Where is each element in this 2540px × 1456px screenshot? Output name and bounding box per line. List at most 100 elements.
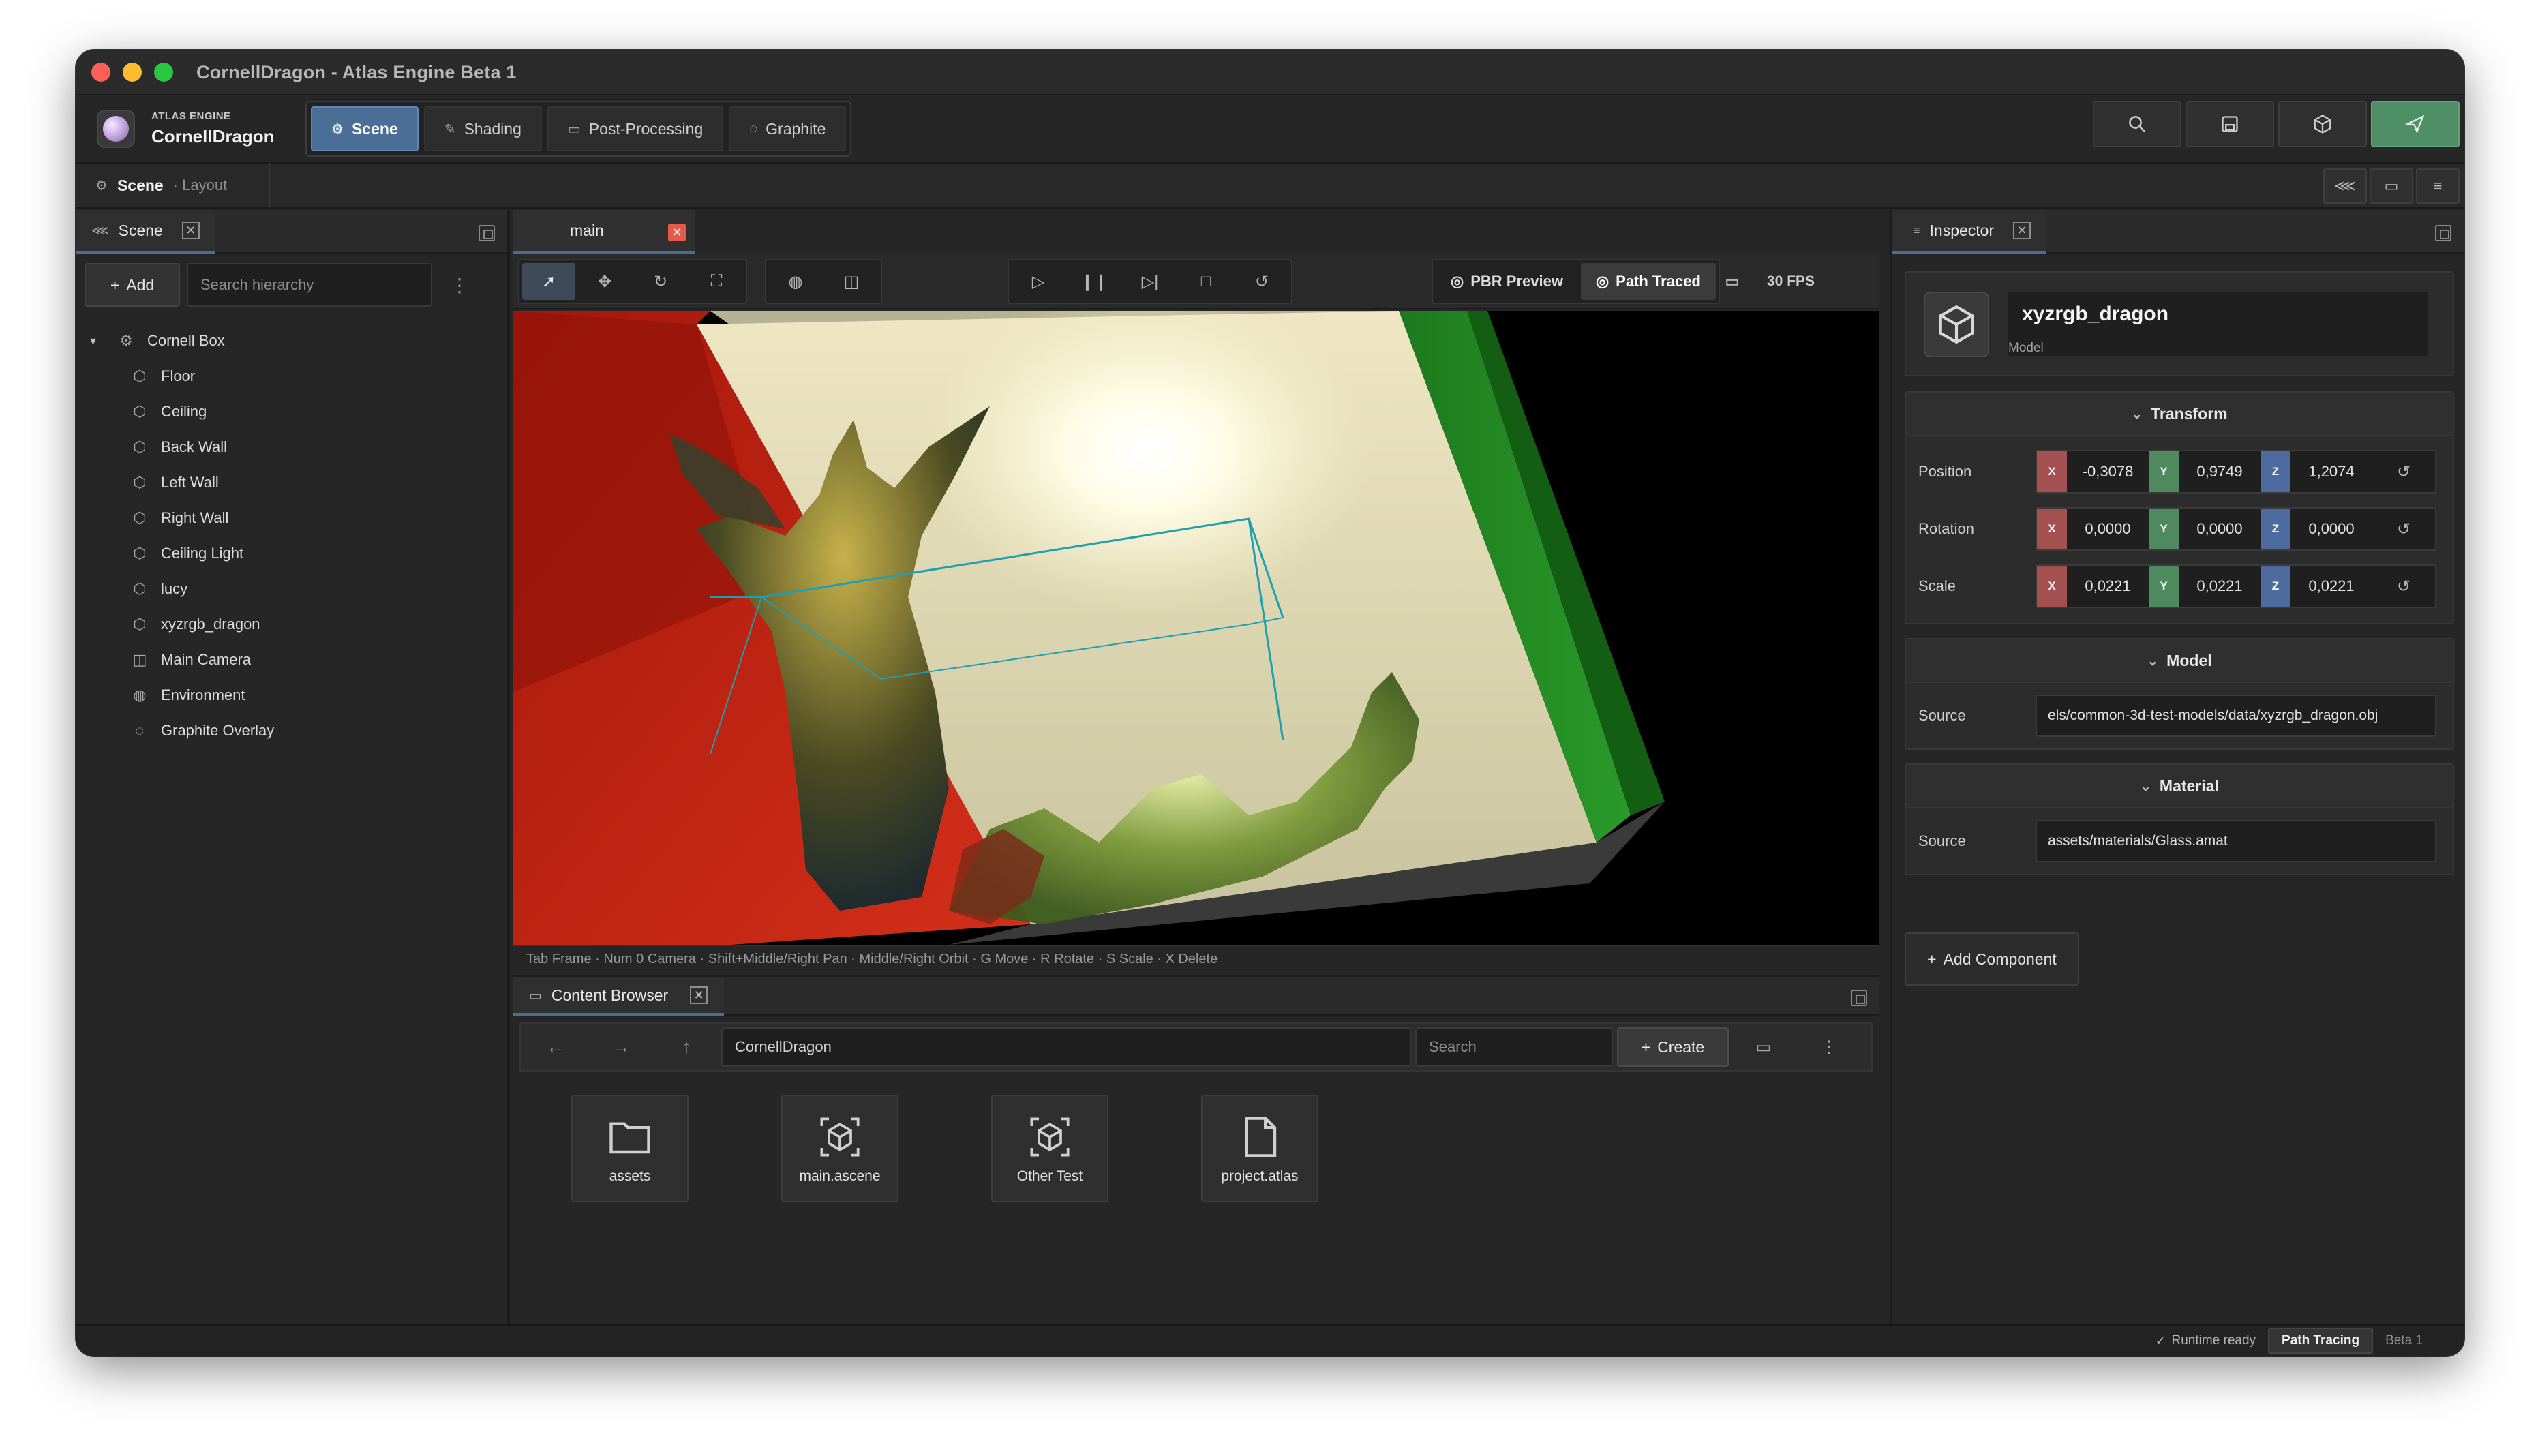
mode-tab-graphite[interactable]: ◌ Graphite xyxy=(729,106,847,151)
node-graph-button[interactable]: ⋘ xyxy=(2323,168,2367,204)
close-icon[interactable]: ✕ xyxy=(690,986,708,1004)
pbr-preview-button[interactable]: ◎ PBR Preview xyxy=(1436,263,1578,300)
axis-x-label: X xyxy=(2037,451,2067,492)
asset-tile[interactable]: assets xyxy=(571,1095,689,1202)
settings-button[interactable]: ≡ xyxy=(2416,168,2460,204)
back-button[interactable]: ← xyxy=(525,1027,586,1067)
content-search-input[interactable]: Search xyxy=(1415,1027,1613,1067)
model-header[interactable]: ⌄ Model xyxy=(1906,639,2453,683)
position-x-field[interactable]: -0,3078 xyxy=(2067,451,2149,492)
up-button[interactable]: ↑ xyxy=(656,1027,717,1067)
tab-content-browser[interactable]: ▭ Content Browser ✕ xyxy=(513,977,725,1016)
cursor-icon: ➚ xyxy=(541,272,556,291)
mode-tab-post-processing[interactable]: ▭ Post-Processing xyxy=(547,106,724,151)
content-tabbar: ▭ Content Browser ✕ xyxy=(513,977,1879,1016)
tree-item[interactable]: ⬡ Back Wall xyxy=(76,429,507,465)
asset-tile[interactable]: Other Test xyxy=(991,1095,1108,1202)
step-button[interactable]: ▷| xyxy=(1123,263,1177,300)
traffic-lights xyxy=(91,63,173,82)
scale-y-field[interactable]: 0,0221 xyxy=(2179,566,2261,607)
tree-item[interactable]: ◌ Graphite Overlay xyxy=(76,713,507,748)
tab-inspector[interactable]: ≡ Inspector ✕ xyxy=(1892,210,2046,254)
forward-button[interactable]: → xyxy=(590,1027,652,1067)
tree-item[interactable]: ⬡ Ceiling xyxy=(76,394,507,429)
pause-button[interactable]: ❙❙ xyxy=(1068,263,1121,300)
model-source-field[interactable]: els/common-3d-test-models/data/xyzrgb_dr… xyxy=(2036,695,2436,737)
play-button[interactable]: ▷ xyxy=(1012,263,1065,300)
stop-button[interactable]: □ xyxy=(1179,263,1233,300)
maximize-icon[interactable] xyxy=(1851,990,1867,1006)
open-folder-button[interactable]: ▭ xyxy=(2370,168,2413,204)
viewport-canvas[interactable] xyxy=(513,311,1879,945)
scale-x-field[interactable]: 0,0221 xyxy=(2067,566,2149,607)
chevron-down-icon[interactable]: ▾ xyxy=(90,334,106,348)
close-icon[interactable]: ✕ xyxy=(668,224,686,241)
select-tool-button[interactable]: ➚ xyxy=(522,263,575,300)
tab-main-viewport[interactable]: main ✕ xyxy=(513,210,695,254)
material-source-field[interactable]: assets/materials/Glass.amat xyxy=(2036,820,2436,862)
more-options-icon[interactable]: ⋮ xyxy=(439,263,480,307)
reset-button[interactable]: ↺ xyxy=(1235,263,1288,300)
path-traced-button[interactable]: ◎ Path Traced xyxy=(1580,263,1716,300)
scene-file-icon xyxy=(1030,1117,1070,1157)
minimize-window-button[interactable] xyxy=(123,63,142,82)
tree-item[interactable]: ⬡ Left Wall xyxy=(76,465,507,500)
maximize-icon[interactable] xyxy=(479,225,495,241)
material-header[interactable]: ⌄ Material xyxy=(1906,765,2453,808)
tree-item[interactable]: ◫ Main Camera xyxy=(76,642,507,678)
reset-icon[interactable]: ↺ xyxy=(2372,451,2435,492)
render-mode-badge[interactable]: Path Tracing xyxy=(2268,1328,2374,1354)
scale-tool-button[interactable]: ⛶ xyxy=(690,263,743,300)
add-object-button[interactable]: + Add xyxy=(85,263,180,307)
hierarchy-search-input[interactable]: Search hierarchy xyxy=(187,263,432,307)
tree-item[interactable]: ⬡ Floor xyxy=(76,359,507,394)
move-tool-button[interactable]: ✥ xyxy=(578,263,631,300)
camera-tool-button[interactable]: ◫ xyxy=(825,263,878,300)
mode-tab-scene[interactable]: ⚙ Scene xyxy=(311,106,419,151)
tree-root-item[interactable]: ▾ ⚙ Cornell Box xyxy=(76,323,507,359)
folder-open-icon: ▭ xyxy=(1755,1037,1772,1057)
add-component-button[interactable]: + Add Component xyxy=(1905,932,2079,986)
maximize-icon[interactable] xyxy=(2435,225,2451,241)
tree-item[interactable]: ⬡ Right Wall xyxy=(76,500,507,536)
build-button[interactable] xyxy=(2278,101,2367,147)
position-y-field[interactable]: 0,9749 xyxy=(2179,451,2261,492)
tree-item-label: Ceiling xyxy=(161,403,207,420)
launch-button[interactable] xyxy=(2371,101,2460,147)
mode-tab-shading[interactable]: ✎ Shading xyxy=(423,106,542,151)
create-button[interactable]: + Create xyxy=(1617,1027,1729,1067)
asset-tile[interactable]: project.atlas xyxy=(1201,1095,1318,1202)
tree-item[interactable]: ⬡ xyzrgb_dragon xyxy=(76,607,507,642)
reset-icon[interactable]: ↺ xyxy=(2372,509,2435,549)
plus-icon: + xyxy=(110,275,120,294)
scale-z-field[interactable]: 0,0221 xyxy=(2290,566,2372,607)
close-window-button[interactable] xyxy=(91,63,110,82)
search-button[interactable] xyxy=(2093,101,2181,147)
tree-item[interactable]: ◍ Environment xyxy=(76,678,507,713)
more-options-icon[interactable]: ⋮ xyxy=(1798,1027,1860,1067)
zoom-window-button[interactable] xyxy=(154,63,173,82)
close-icon[interactable]: ✕ xyxy=(2013,222,2031,239)
tree-item[interactable]: ⬡ lucy xyxy=(76,571,507,607)
save-button[interactable] xyxy=(2186,101,2274,147)
rotation-z-field[interactable]: 0,0000 xyxy=(2290,509,2372,549)
check-icon: ✓ xyxy=(2155,1333,2166,1348)
reset-icon[interactable]: ↺ xyxy=(2372,566,2435,607)
rotate-tool-button[interactable]: ↻ xyxy=(634,263,687,300)
close-icon[interactable]: ✕ xyxy=(181,222,200,239)
rotation-x-field[interactable]: 0,0000 xyxy=(2067,509,2149,549)
path-input[interactable]: CornellDragon xyxy=(721,1027,1411,1067)
asset-tile[interactable]: main.ascene xyxy=(781,1095,898,1202)
open-folder-button[interactable]: ▭ xyxy=(1733,1027,1794,1067)
tree-item[interactable]: ⬡ Ceiling Light xyxy=(76,536,507,571)
file-icon xyxy=(1245,1117,1277,1157)
position-z-field[interactable]: 1,2074 xyxy=(2290,451,2372,492)
tab-scene-hierarchy[interactable]: ⋘ Scene ✕ xyxy=(76,210,215,254)
globe-tool-button[interactable]: ◍ xyxy=(769,263,822,300)
rotation-y-field[interactable]: 0,0000 xyxy=(2179,509,2261,549)
tree-item-label: Back Wall xyxy=(161,438,227,455)
object-name-field[interactable]: xyzrgb_dragon xyxy=(2008,292,2428,356)
transform-header[interactable]: ⌄ Transform xyxy=(1906,393,2453,436)
share-icon: ⋘ xyxy=(2334,177,2356,194)
monitor-icon[interactable]: ▭ xyxy=(1710,263,1755,300)
